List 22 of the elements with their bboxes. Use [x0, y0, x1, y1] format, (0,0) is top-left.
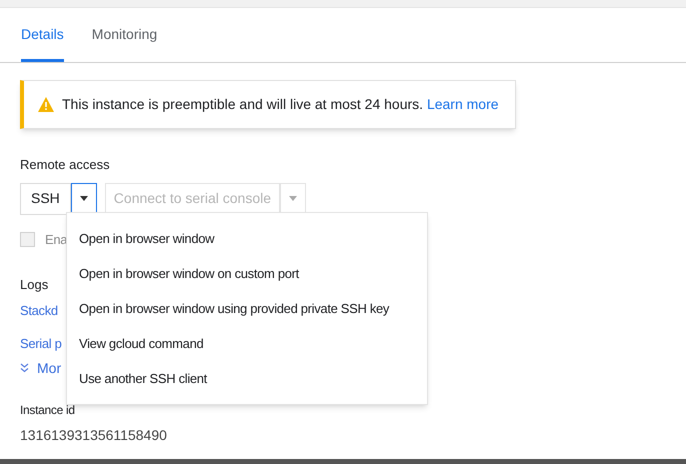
tab[interactable]: Details — [21, 24, 64, 62]
section-label: Logs — [20, 276, 48, 294]
warning-message: This instance is preemptible and will live at most 24 hours. Learn more — [62, 95, 499, 114]
caret-icon — [289, 196, 297, 201]
menu-item[interactable]: Open in browser window on custom port — [67, 256, 427, 291]
learn-more-link[interactable]: Learn more — [426, 96, 499, 112]
log-link[interactable]: Stackd — [20, 300, 58, 320]
chevron-down-icon — [20, 363, 29, 373]
menu-item[interactable]: Open in browser window — [67, 221, 427, 256]
section-label: Remote access — [20, 156, 111, 174]
instance-id-value: 1316139313561158490 — [20, 426, 168, 444]
field-label: Instance id — [20, 402, 75, 418]
tab[interactable]: Monitoring — [92, 24, 158, 62]
ssh-button[interactable]: SSH — [20, 182, 71, 214]
warning-icon — [38, 97, 54, 112]
menu-item[interactable]: Open in browser window using provided private SSH key — [67, 291, 427, 326]
menu-item[interactable]: Use another SSH client — [67, 361, 427, 396]
checkbox[interactable] — [20, 232, 35, 247]
log-link[interactable]: Serial p — [20, 334, 62, 354]
caret-icon — [80, 196, 88, 201]
menu-item[interactable]: View gcloud command — [67, 326, 427, 361]
more-link[interactable]: Mor — [37, 358, 62, 378]
